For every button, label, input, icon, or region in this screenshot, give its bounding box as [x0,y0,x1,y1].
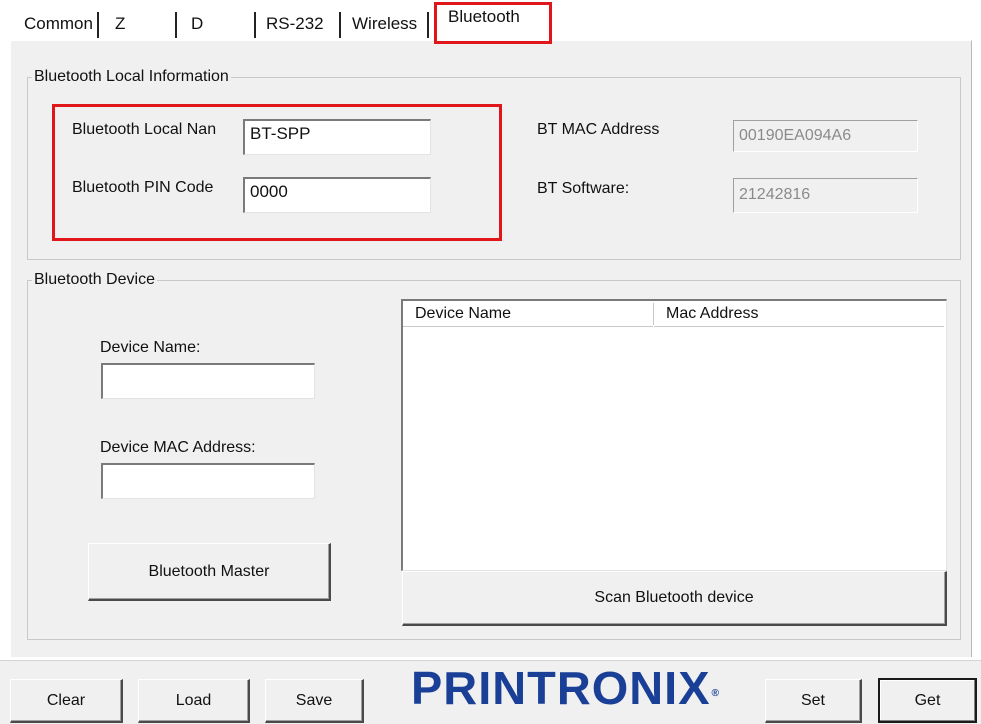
tab-separator [175,12,177,38]
mac-address-label: BT MAC Address [537,121,660,138]
software-field: 21242816 [733,178,918,213]
local-info-title: Bluetooth Local Information [32,68,231,86]
save-button[interactable]: Save [265,679,364,723]
column-header-device-name[interactable]: Device Name [403,301,653,327]
logo-text: PRINTRONIX [410,662,711,714]
local-info-highlight-box [52,104,502,241]
tab-z[interactable]: Z [113,8,127,40]
tab-highlight-box [434,2,552,44]
scan-bluetooth-button[interactable]: Scan Bluetooth device [402,571,947,626]
tab-common[interactable]: Common [22,8,95,40]
tab-rs232[interactable]: RS-232 [264,8,326,40]
device-list[interactable]: Device Name Mac Address [401,299,947,571]
device-title: Bluetooth Device [32,271,157,289]
tab-separator [427,12,429,38]
device-mac-label: Device MAC Address: [100,439,256,456]
printronix-logo: PRINTRONIX® [411,664,720,712]
bluetooth-master-button[interactable]: Bluetooth Master [88,543,331,601]
device-name-field[interactable] [101,363,315,399]
load-button[interactable]: Load [138,679,250,723]
device-mac-field[interactable] [101,463,315,499]
column-header-mac-address[interactable]: Mac Address [654,301,944,327]
tab-wireless[interactable]: Wireless [350,8,419,40]
set-button[interactable]: Set [765,679,862,723]
software-label: BT Software: [537,180,630,197]
clear-button[interactable]: Clear [10,679,123,723]
mac-address-field: 00190EA094A6 [733,120,918,152]
tab-separator [339,12,341,38]
tab-separator [97,12,99,38]
tab-separator [254,12,256,38]
registered-icon: ® [711,688,721,699]
tab-d[interactable]: D [189,8,205,40]
get-button[interactable]: Get [878,678,977,723]
device-name-label: Device Name: [100,339,201,356]
